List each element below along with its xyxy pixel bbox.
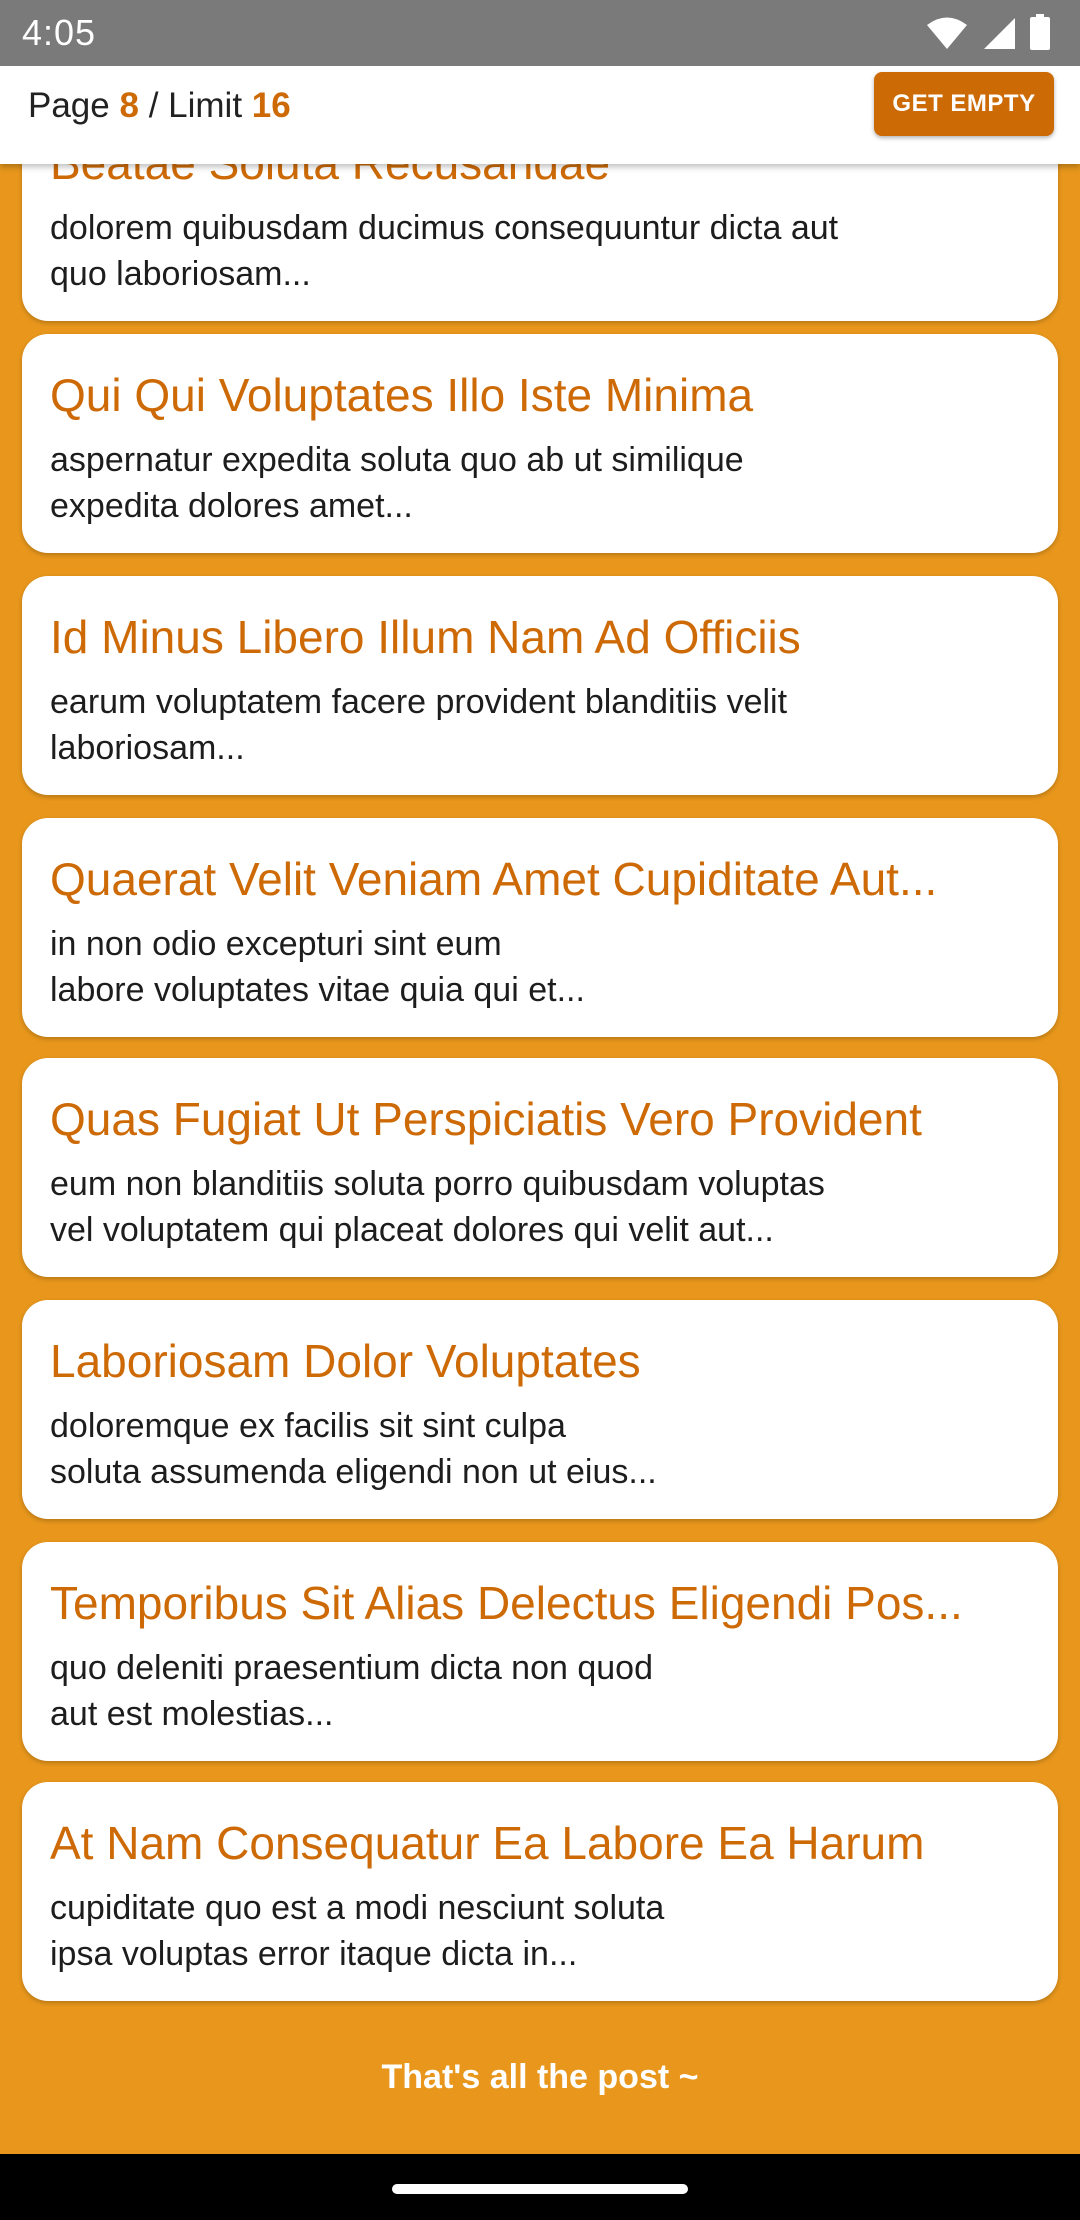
post-title: Qui Qui Voluptates Illo Iste Minima <box>50 369 754 421</box>
post-title: Temporibus Sit Alias Delectus Eligendi P… <box>50 1577 963 1629</box>
post-card[interactable]: At Nam Consequatur Ea Labore Ea Harum cu… <box>22 1782 1058 2001</box>
end-of-list-message: That's all the post ~ <box>381 2058 699 2096</box>
post-title: At Nam Consequatur Ea Labore Ea Harum <box>50 1817 925 1869</box>
post-card[interactable]: Id Minus Libero Illum Nam Ad Officiis ea… <box>22 576 1058 795</box>
post-body: quo deleniti praesentium dicta non quod … <box>50 1649 653 1733</box>
post-body: earum voluptatem facere provident blandi… <box>50 683 788 767</box>
post-title: Laboriosam Dolor Voluptates <box>50 1335 641 1387</box>
status-icons <box>926 14 1050 50</box>
post-body: in non odio excepturi sint eum labore vo… <box>50 925 585 1009</box>
post-card[interactable]: Quas Fugiat Ut Perspiciatis Vero Provide… <box>22 1058 1058 1277</box>
post-card[interactable]: Quaerat Velit Veniam Amet Cupiditate Aut… <box>22 818 1058 1037</box>
page-label: Page <box>28 86 110 125</box>
pagination-info: Page 8 / Limit 16 <box>28 86 291 126</box>
separator: / <box>148 86 159 125</box>
post-title: Quas Fugiat Ut Perspiciatis Vero Provide… <box>50 1093 922 1145</box>
post-body: eum non blanditiis soluta porro quibusda… <box>50 1165 825 1249</box>
post-list[interactable]: Beatae Soluta Recusandae dolorem quibusd… <box>0 164 1080 2154</box>
battery-icon <box>1030 14 1050 50</box>
limit-number: 16 <box>251 86 291 125</box>
status-time: 4:05 <box>22 12 97 53</box>
page-number: 8 <box>119 86 139 125</box>
post-title: Beatae Soluta Recusandae <box>50 164 1036 190</box>
navigation-bar <box>0 2154 1080 2220</box>
wifi-icon <box>927 17 967 49</box>
post-card[interactable]: Beatae Soluta Recusandae dolorem quibusd… <box>22 164 1058 321</box>
limit-label: Limit <box>168 86 243 125</box>
post-title: Id Minus Libero Illum Nam Ad Officiis <box>50 611 801 663</box>
get-empty-button[interactable]: GET EMPTY <box>874 72 1054 136</box>
post-body: dolorem quibusdam ducimus consequuntur d… <box>50 209 839 293</box>
post-card[interactable]: Laboriosam Dolor Voluptates doloremque e… <box>22 1300 1058 1519</box>
post-card[interactable]: Temporibus Sit Alias Delectus Eligendi P… <box>22 1542 1058 1761</box>
status-bar: 4:05 <box>0 0 1080 66</box>
app-header: Page 8 / Limit 16 GET EMPTY <box>0 66 1080 164</box>
post-body: cupiditate quo est a modi nesciunt solut… <box>50 1889 665 1973</box>
post-title: Quaerat Velit Veniam Amet Cupiditate Aut… <box>50 853 938 905</box>
post-body: aspernatur expedita soluta quo ab ut sim… <box>50 441 744 525</box>
home-gesture-handle[interactable] <box>392 2184 688 2194</box>
post-body: doloremque ex facilis sit sint culpa sol… <box>50 1407 657 1491</box>
post-card[interactable]: Qui Qui Voluptates Illo Iste Minima aspe… <box>22 334 1058 553</box>
cell-signal-icon <box>984 18 1015 49</box>
